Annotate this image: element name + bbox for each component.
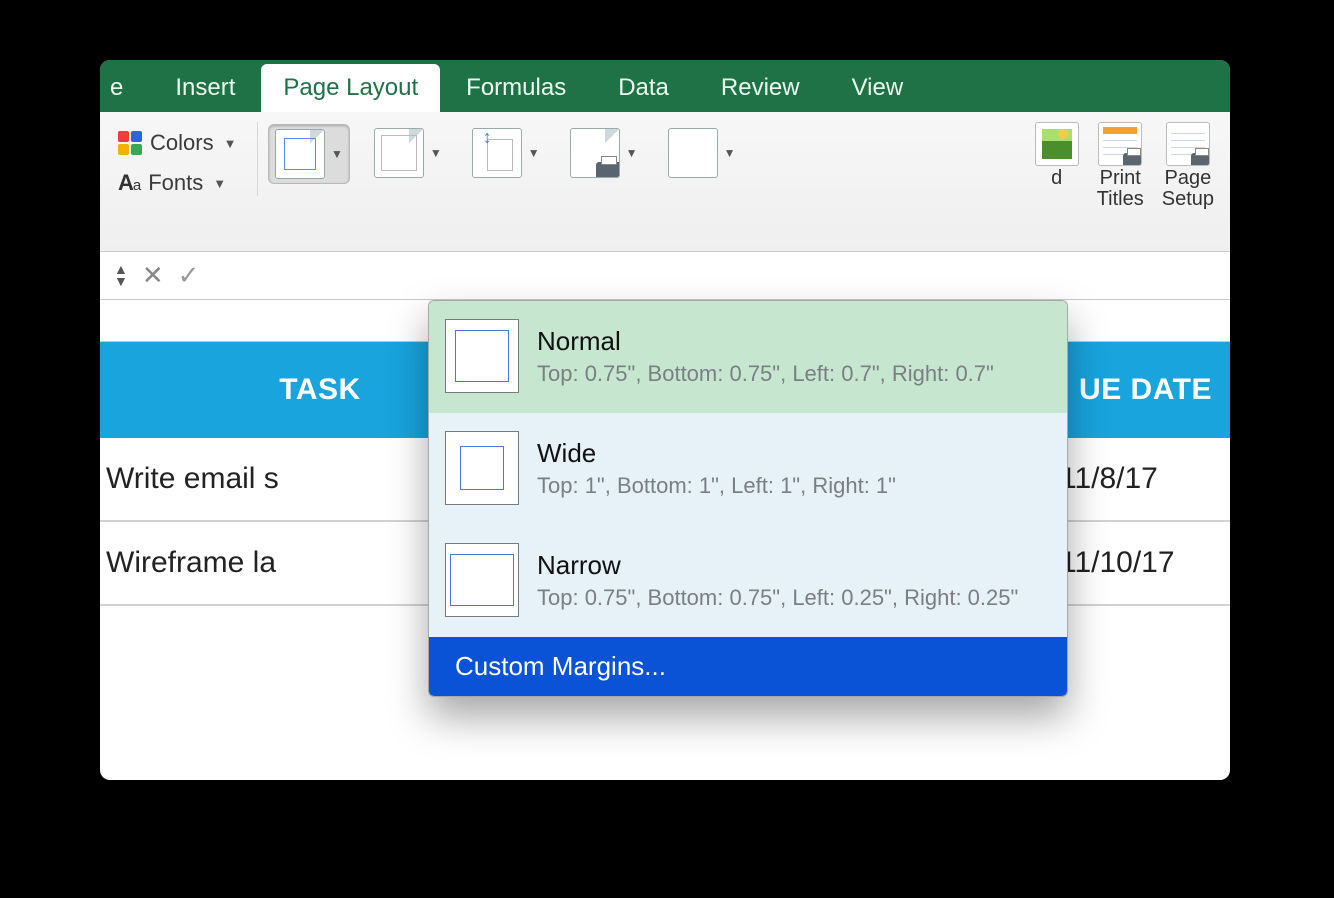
- name-box-stepper[interactable]: ▲ ▼: [114, 264, 128, 286]
- print-titles-icon: [1098, 122, 1142, 166]
- caret-down-icon: ▼: [114, 276, 128, 287]
- breaks-button[interactable]: ▼: [662, 124, 742, 184]
- chevron-down-icon: ▼: [528, 146, 540, 160]
- margins-icon: [275, 129, 325, 179]
- ribbon-tabs: e Insert Page Layout Formulas Data Revie…: [100, 60, 1230, 112]
- page-setup-label: Page Setup: [1162, 168, 1214, 210]
- margins-option-normal[interactable]: Normal Top: 0.75", Bottom: 0.75", Left: …: [429, 301, 1067, 413]
- margins-normal-icon: [445, 319, 519, 393]
- enter-formula-icon[interactable]: ✓: [178, 260, 200, 291]
- margins-narrow-title: Narrow: [537, 550, 1018, 581]
- themes-group: Colors ▼ Aa Fonts ▼: [118, 122, 258, 196]
- margins-button[interactable]: ▼: [268, 124, 350, 184]
- ribbon: Colors ▼ Aa Fonts ▼ ▼ ▼: [100, 112, 1230, 252]
- ribbon-right-group: d Print Titles Page Setup: [1035, 122, 1214, 210]
- colors-dropdown[interactable]: Colors ▼: [118, 130, 247, 156]
- tab-view[interactable]: View: [826, 64, 930, 112]
- margins-narrow-desc: Top: 0.75", Bottom: 0.75", Left: 0.25", …: [537, 585, 1018, 611]
- margins-option-custom[interactable]: Custom Margins...: [429, 637, 1067, 696]
- margins-option-wide[interactable]: Wide Top: 1", Bottom: 1", Left: 1", Righ…: [429, 413, 1067, 525]
- orientation-button[interactable]: ▼: [368, 124, 448, 184]
- breaks-icon: [668, 128, 718, 178]
- margins-wide-desc: Top: 1", Bottom: 1", Left: 1", Right: 1": [537, 473, 896, 499]
- fonts-label: Fonts: [148, 170, 203, 196]
- margins-wide-title: Wide: [537, 438, 896, 469]
- page-setup-icon: [1166, 122, 1210, 166]
- background-label-cut: d: [1051, 168, 1062, 189]
- print-area-button[interactable]: ▼: [564, 124, 644, 184]
- background-button[interactable]: d: [1035, 122, 1079, 210]
- chevron-down-icon: ▼: [224, 136, 237, 151]
- picture-icon: [1035, 122, 1079, 166]
- fonts-dropdown[interactable]: Aa Fonts ▼: [118, 170, 247, 196]
- chevron-down-icon: ▼: [430, 146, 442, 160]
- print-area-icon: [570, 128, 620, 178]
- chevron-down-icon: ▼: [331, 147, 343, 161]
- colors-label: Colors: [150, 130, 214, 156]
- excel-window: e Insert Page Layout Formulas Data Revie…: [100, 60, 1230, 780]
- page-setup-buttons: ▼ ▼ ▼ ▼: [268, 122, 741, 184]
- orientation-icon: [374, 128, 424, 178]
- size-button[interactable]: ▼: [466, 124, 546, 184]
- tab-review[interactable]: Review: [695, 64, 826, 112]
- print-titles-button[interactable]: Print Titles: [1097, 122, 1144, 210]
- fonts-icon: Aa: [118, 170, 140, 196]
- print-titles-label: Print Titles: [1097, 168, 1144, 210]
- tab-data[interactable]: Data: [592, 64, 695, 112]
- chevron-down-icon: ▼: [724, 146, 736, 160]
- colors-icon: [118, 131, 142, 155]
- margins-normal-title: Normal: [537, 326, 994, 357]
- cancel-formula-icon[interactable]: ✕: [142, 260, 164, 291]
- tab-page-layout[interactable]: Page Layout: [261, 64, 440, 112]
- size-icon: [472, 128, 522, 178]
- tab-insert[interactable]: Insert: [149, 64, 261, 112]
- margins-dropdown-menu: Normal Top: 0.75", Bottom: 0.75", Left: …: [428, 300, 1068, 697]
- margins-option-narrow[interactable]: Narrow Top: 0.75", Bottom: 0.75", Left: …: [429, 525, 1067, 637]
- chevron-down-icon: ▼: [626, 146, 638, 160]
- margins-normal-desc: Top: 0.75", Bottom: 0.75", Left: 0.7", R…: [537, 361, 994, 387]
- tab-home-partial[interactable]: e: [100, 64, 149, 112]
- tab-formulas[interactable]: Formulas: [440, 64, 592, 112]
- margins-wide-icon: [445, 431, 519, 505]
- margins-narrow-icon: [445, 543, 519, 617]
- formula-bar: ▲ ▼ ✕ ✓: [100, 252, 1230, 300]
- page-setup-button[interactable]: Page Setup: [1162, 122, 1214, 210]
- chevron-down-icon: ▼: [213, 176, 226, 191]
